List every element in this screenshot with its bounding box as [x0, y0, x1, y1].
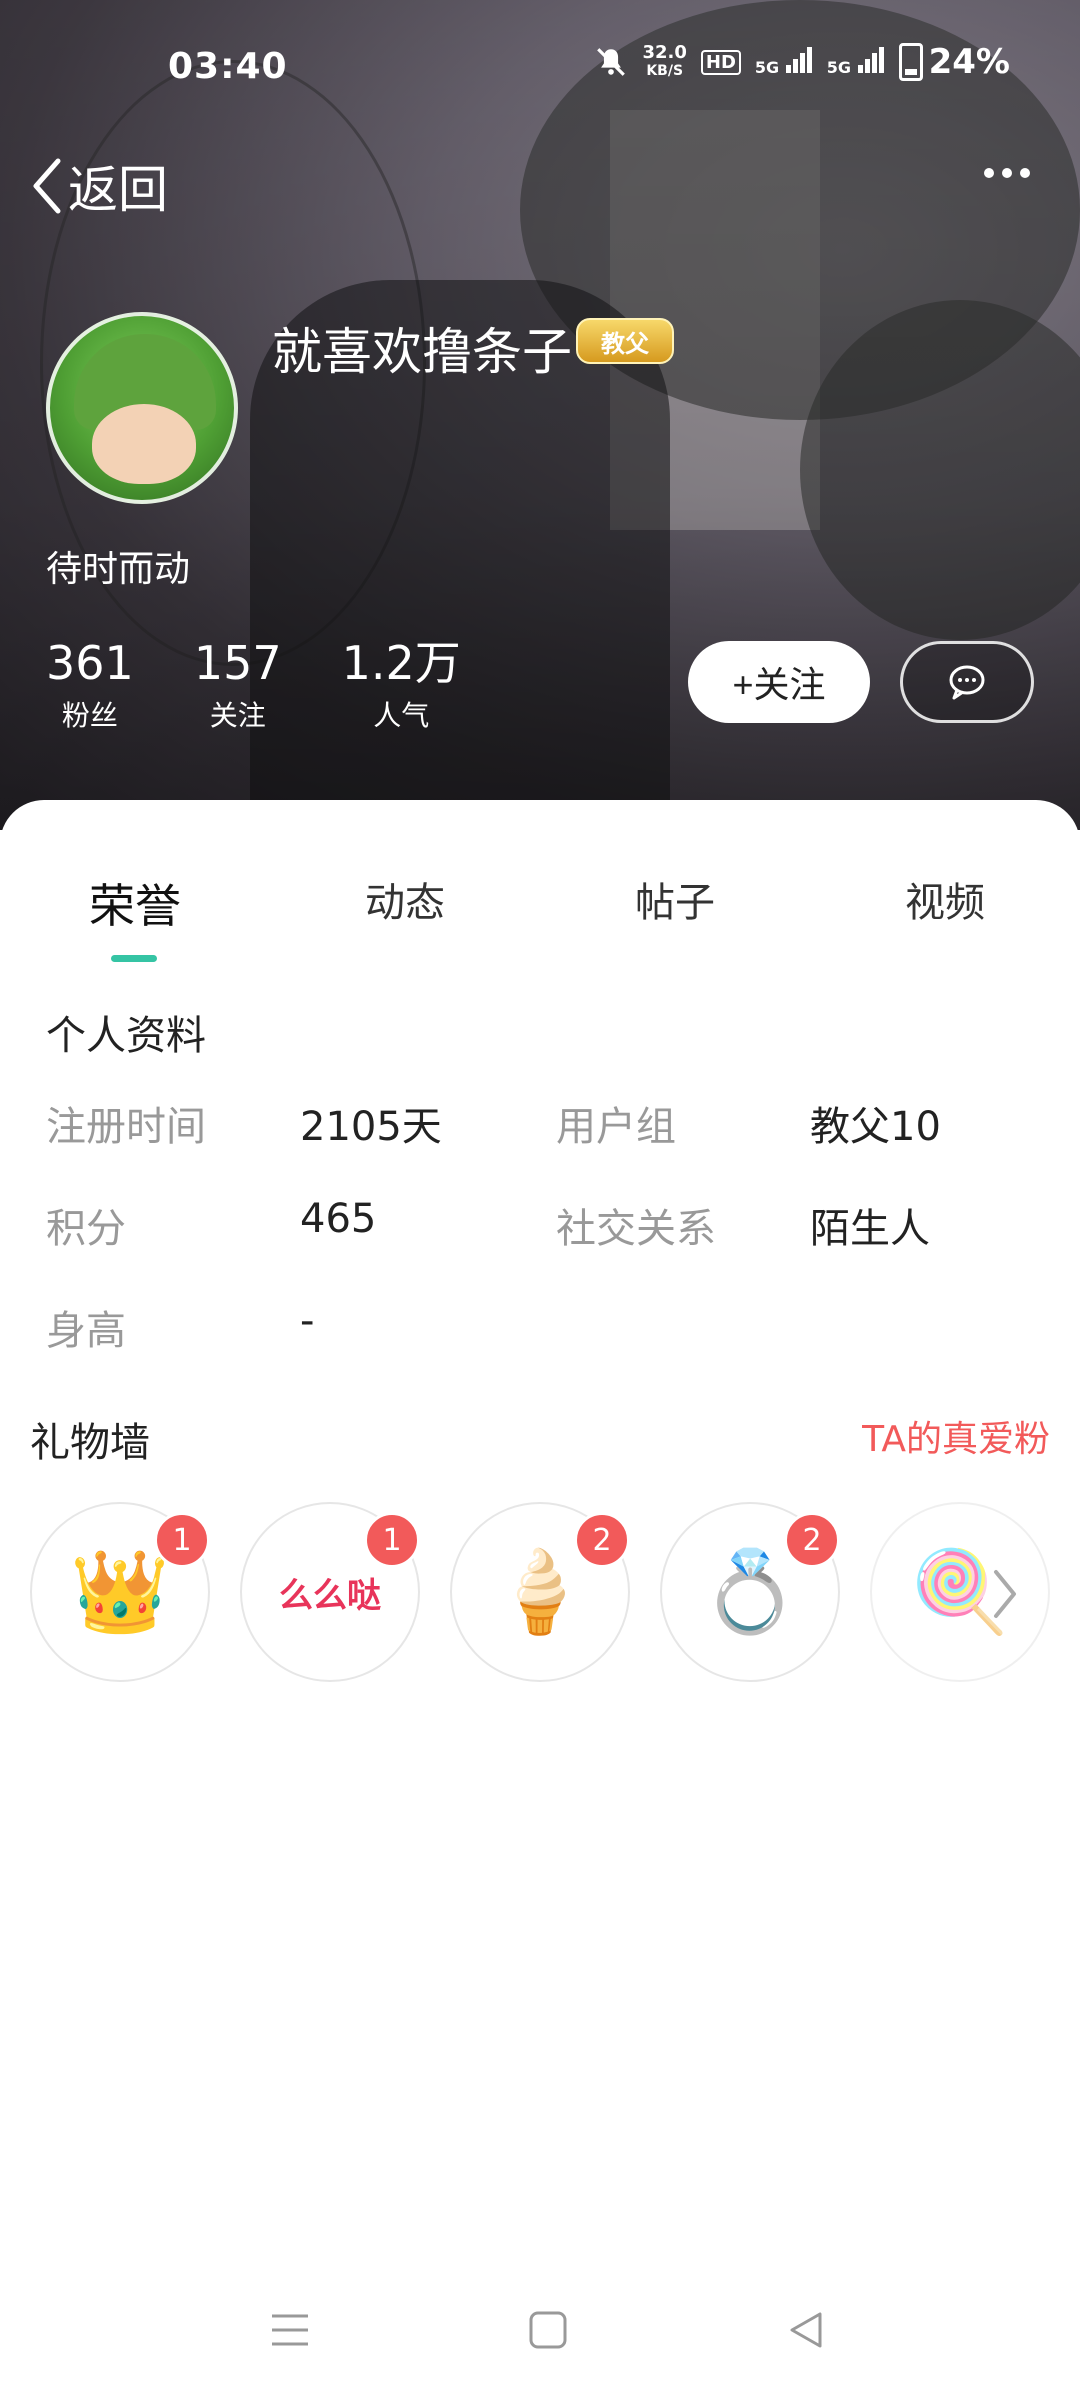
profile-section-title: 个人资料 [46, 1013, 206, 1059]
info-label: 身高 [46, 1308, 126, 1354]
signal-bars-icon [785, 47, 812, 73]
username: 就喜欢撸条子 [272, 323, 572, 381]
info-value: - [300, 1298, 315, 1344]
signal-bars-icon [857, 47, 884, 73]
gift-wall: 👑 1 么么哒 1 🍦 2 💍 2 🍭 [30, 1502, 1050, 1682]
tab-bar: 荣誉 动态 帖子 视频 [0, 870, 1080, 962]
follow-button[interactable]: +关注 [688, 641, 870, 723]
battery-indicator: 24% [898, 42, 1010, 82]
gift-count-badge: 2 [574, 1512, 630, 1568]
more-options-icon[interactable] [984, 168, 1030, 178]
chat-bubble-icon [949, 665, 985, 700]
info-label: 社交关系 [556, 1206, 716, 1252]
battery-icon [898, 43, 923, 81]
stat-value: 361 [46, 636, 134, 690]
gift-count-badge: 2 [784, 1512, 840, 1568]
stat-popularity: 1.2万 人气 [342, 636, 461, 734]
gift-item[interactable]: 👑 1 [30, 1502, 210, 1682]
battery-level: 24% [928, 42, 1010, 82]
chevron-right-icon[interactable] [990, 1566, 1020, 1626]
info-label: 用户组 [556, 1104, 676, 1150]
mute-bell-icon [597, 48, 626, 76]
crown-icon: 👑 [70, 1545, 170, 1638]
gift-item[interactable]: 💍 2 [660, 1502, 840, 1682]
home-square-icon[interactable] [528, 2310, 568, 2350]
signal-label: 5G [826, 58, 852, 77]
back-triangle-icon[interactable] [786, 2310, 826, 2350]
info-value: 教父10 [810, 1104, 941, 1150]
rank-badge: 教父 [576, 318, 674, 364]
dot [1020, 168, 1030, 178]
info-label: 注册时间 [46, 1104, 206, 1150]
tab-videos[interactable]: 视频 [810, 870, 1080, 960]
kiss-text-icon: 么么哒 [279, 1575, 381, 1616]
ring-icon: 💍 [700, 1545, 800, 1638]
signal-5g-icon: 5G [755, 47, 813, 77]
network-speed: 32.0 KB/S [642, 44, 686, 80]
info-value: 陌生人 [810, 1206, 930, 1252]
user-bio: 待时而动 [46, 549, 191, 590]
message-button[interactable] [900, 641, 1034, 723]
status-icons: 32.0 KB/S HD 5G 5G 24% [594, 42, 1010, 82]
gift-item[interactable]: 🍭 [870, 1502, 1050, 1682]
info-value: 465 [300, 1196, 377, 1242]
status-bar: 03:40 32.0 KB/S HD 5G 5G 24% [0, 0, 1080, 120]
gift-item[interactable]: 么么哒 1 [240, 1502, 420, 1682]
menu-icon[interactable] [270, 2310, 310, 2350]
dot [984, 168, 994, 178]
stat-fans[interactable]: 361 粉丝 [46, 636, 134, 734]
back-button[interactable]: 返回 [30, 150, 168, 222]
ice-cream-icon: 🍦 [490, 1545, 590, 1638]
avatar-face [92, 404, 196, 484]
chevron-left-icon [33, 158, 61, 214]
info-label: 积分 [46, 1206, 126, 1252]
back-label: 返回 [68, 161, 168, 219]
dot [1002, 168, 1012, 178]
info-value: 2105天 [300, 1104, 442, 1150]
gift-count-badge: 1 [364, 1512, 420, 1568]
stat-following[interactable]: 157 关注 [194, 636, 282, 734]
stat-label: 关注 [209, 699, 266, 732]
network-speed-value: 32.0 [642, 42, 687, 63]
stat-value: 1.2万 [341, 636, 461, 690]
avatar[interactable] [46, 312, 238, 504]
top-fans-link[interactable]: TA的真爱粉 [862, 1410, 1050, 1462]
hd-icon: HD [700, 49, 741, 75]
stat-value: 157 [193, 636, 282, 690]
signal-5g-icon: 5G [827, 47, 885, 77]
tab-posts[interactable]: 帖子 [540, 870, 810, 960]
stat-label: 人气 [373, 699, 430, 732]
chevron-right-icon-svg [994, 1570, 1016, 1618]
status-time: 03:40 [168, 46, 288, 87]
tab-honor[interactable]: 荣誉 [0, 870, 270, 962]
gift-count-badge: 1 [154, 1512, 210, 1568]
user-stats: 361 粉丝 157 关注 1.2万 人气 [46, 636, 521, 734]
gift-wall-title: 礼物墙 [30, 1420, 150, 1466]
stat-label: 粉丝 [61, 699, 118, 732]
network-speed-unit: KB/S [646, 63, 684, 79]
system-nav-bar [0, 2290, 1080, 2380]
signal-label: 5G [754, 58, 780, 77]
tab-activity[interactable]: 动态 [270, 870, 540, 960]
gift-item[interactable]: 🍦 2 [450, 1502, 630, 1682]
